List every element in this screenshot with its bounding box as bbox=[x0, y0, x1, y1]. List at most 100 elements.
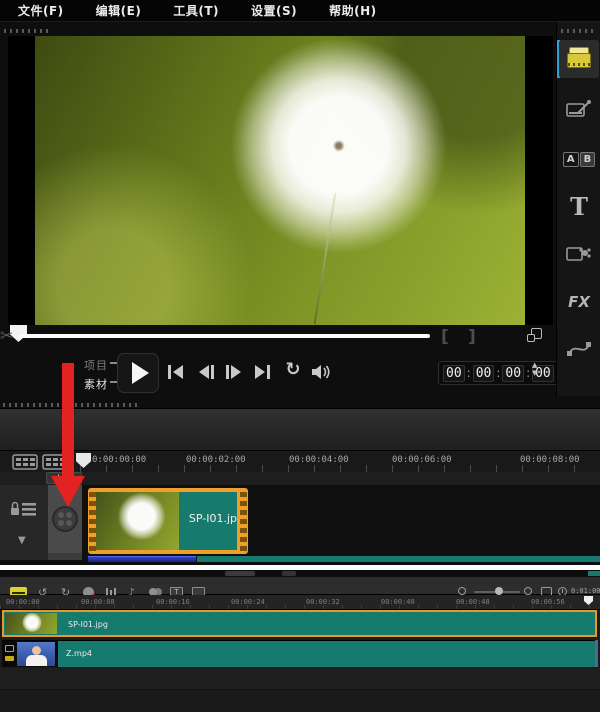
track2-attribute-badge-2 bbox=[5, 656, 14, 661]
previous-frame-button[interactable] bbox=[193, 361, 219, 383]
menu-edit[interactable]: 编辑(E) bbox=[96, 2, 142, 19]
zoom-out-icon[interactable] bbox=[458, 587, 466, 595]
bruler-5: 00:00:40 bbox=[381, 598, 415, 606]
overlay-track-strip-blue[interactable] bbox=[88, 556, 196, 562]
graphic-overlay-icon bbox=[566, 244, 592, 264]
reel-column-footer bbox=[48, 553, 82, 560]
bottom-track-z-mp4[interactable]: Z.mp4 bbox=[2, 640, 597, 667]
preview-image-dandelion bbox=[35, 36, 525, 325]
timeline-track-area: ▼ SP-I01.jp bbox=[0, 485, 600, 560]
film-sprockets-right bbox=[240, 490, 247, 552]
sidebar-item-title[interactable]: T bbox=[559, 187, 599, 225]
sidebar-item-filter[interactable]: FX bbox=[559, 283, 599, 321]
bruler-7: 00:00:56 bbox=[531, 598, 565, 606]
timecode-hours: 00 bbox=[443, 365, 465, 382]
track-lock-icon[interactable] bbox=[10, 500, 38, 518]
menu-tools[interactable]: 工具(T) bbox=[173, 2, 219, 19]
empty-track-row-1[interactable] bbox=[0, 668, 600, 690]
annotation-arrow-head bbox=[51, 476, 85, 507]
timeline-screenshot: ↺ ↻ ♪ T 0:01:00:04 00:00:00 00:00:08 00:… bbox=[0, 570, 600, 712]
timeline-toolbar: ↺ ↻ T bbox=[0, 408, 600, 450]
track-header: ▼ bbox=[0, 485, 48, 560]
motion-path-icon bbox=[566, 339, 592, 359]
home-button[interactable] bbox=[163, 361, 189, 383]
end-button[interactable] bbox=[249, 361, 275, 383]
instant-project-icon bbox=[566, 99, 592, 119]
enlarge-preview-icon[interactable] bbox=[527, 328, 542, 342]
repeat-button[interactable]: ↻ bbox=[280, 358, 306, 380]
project-mode-label[interactable]: 项目 bbox=[84, 357, 108, 373]
sidebar-grip[interactable] bbox=[561, 29, 595, 33]
film-sprockets-left bbox=[89, 490, 96, 552]
sidebar-item-transition[interactable]: AB bbox=[559, 140, 599, 178]
menu-bar: 文件(F) 编辑(E) 工具(T) 设置(S) 帮助(H) bbox=[0, 0, 600, 22]
timecode-display[interactable]: 00 : 00 : 00 : 00 bbox=[438, 361, 559, 385]
editor-window: 文件(F) 编辑(E) 工具(T) 设置(S) 帮助(H) [ ] ✂ 项目 素… bbox=[0, 0, 600, 565]
clip-filename: SP-I01.jp bbox=[189, 512, 237, 525]
bottom-track2-thumb-area bbox=[2, 641, 58, 667]
shot2-top-strip bbox=[0, 570, 600, 577]
mark-in-button[interactable]: [ bbox=[441, 327, 449, 347]
volume-button[interactable] bbox=[308, 361, 334, 383]
menu-file[interactable]: 文件(F) bbox=[18, 2, 64, 19]
media-library-icon bbox=[567, 51, 591, 68]
timecode-spinner[interactable]: ▲ ▼ bbox=[532, 362, 537, 376]
title-icon: T bbox=[570, 192, 588, 221]
overlay-track-strip-teal[interactable] bbox=[197, 556, 600, 562]
screenshot-stage: 文件(F) 编辑(E) 工具(T) 设置(S) 帮助(H) [ ] ✂ 项目 素… bbox=[0, 0, 600, 712]
ruler-label-2: 00:00:04:00 bbox=[289, 455, 349, 465]
ruler-label-1: 00:00:02:00 bbox=[186, 455, 246, 465]
track2-attribute-badge-1 bbox=[5, 645, 14, 652]
sidebar-item-motion-path[interactable] bbox=[559, 330, 599, 368]
bruler-0: 00:00:00 bbox=[6, 598, 40, 606]
annotation-arrow-shaft bbox=[62, 363, 74, 477]
sidebar-item-graphic[interactable] bbox=[559, 235, 599, 273]
menu-help[interactable]: 帮助(H) bbox=[329, 2, 377, 19]
timecode-seconds: 00 bbox=[502, 365, 524, 382]
partial-control-2 bbox=[282, 571, 296, 576]
bottom-track2-filename: Z.mp4 bbox=[66, 649, 92, 658]
bottom-timeline-ruler[interactable]: 00:00:00 00:00:08 00:00:16 00:00:24 00:0… bbox=[0, 595, 600, 610]
preview-panel-grip[interactable] bbox=[4, 29, 48, 33]
bruler-6: 00:00:48 bbox=[456, 598, 490, 606]
clip-mode-label[interactable]: 素材 bbox=[84, 376, 108, 392]
preview-viewport bbox=[8, 36, 553, 325]
bottom-track-sp-l01[interactable]: SP-l01.jpg bbox=[2, 610, 597, 637]
sidebar-item-media[interactable] bbox=[559, 40, 599, 78]
play-icon bbox=[132, 362, 149, 384]
ruler-label-4: 00:00:08:00 bbox=[520, 455, 580, 465]
play-button[interactable] bbox=[117, 353, 159, 393]
clip-thumbnail-dandelion bbox=[96, 492, 179, 550]
ruler-ticks bbox=[80, 465, 600, 472]
bruler-4: 00:00:32 bbox=[306, 598, 340, 606]
sidebar-item-instant-project[interactable] bbox=[559, 90, 599, 128]
transition-ab-icon: AB bbox=[563, 152, 595, 167]
bottom-track1-filename: SP-l01.jpg bbox=[68, 620, 108, 629]
zoom-slider-thumb[interactable] bbox=[495, 587, 503, 595]
timeline-ruler[interactable]: 0:00:00:00 00:00:02:00 00:00:04:00 00:00… bbox=[0, 450, 600, 472]
project-mode-dash bbox=[110, 362, 117, 364]
spinner-down-icon[interactable]: ▼ bbox=[532, 370, 537, 376]
video-track-reel-icon bbox=[52, 506, 78, 532]
mark-out-button[interactable]: ] bbox=[468, 327, 476, 347]
split-clip-icon[interactable]: ✂ bbox=[0, 326, 13, 345]
bruler-2: 00:00:16 bbox=[156, 598, 190, 606]
next-frame-button[interactable] bbox=[221, 361, 247, 383]
spinner-up-icon[interactable]: ▲ bbox=[532, 362, 537, 368]
ruler-label-0: 0:00:00:00 bbox=[92, 455, 146, 465]
zoom-in-icon[interactable] bbox=[524, 587, 532, 595]
partial-control-1 bbox=[225, 571, 255, 576]
track-icon-1[interactable] bbox=[12, 454, 38, 470]
bruler-1: 00:00:08 bbox=[81, 598, 115, 606]
timeline-clip-sp-i01[interactable]: SP-I01.jp bbox=[88, 488, 248, 554]
collapse-tracks-icon[interactable]: ▼ bbox=[18, 535, 26, 546]
fx-filter-icon: FX bbox=[568, 293, 590, 311]
scrubber-track[interactable] bbox=[18, 334, 430, 338]
bruler-3: 00:00:24 bbox=[231, 598, 265, 606]
timecode-minutes: 00 bbox=[473, 365, 495, 382]
empty-track-row-2[interactable] bbox=[0, 690, 600, 712]
bottom-timeline-toolbar: ↺ ↻ ♪ T 0:01:00:04 bbox=[0, 577, 600, 595]
ruler-label-3: 00:00:06:00 bbox=[392, 455, 452, 465]
timeline-duration-text: 0:01:00:04 bbox=[571, 587, 600, 595]
menu-settings[interactable]: 设置(S) bbox=[251, 2, 297, 19]
